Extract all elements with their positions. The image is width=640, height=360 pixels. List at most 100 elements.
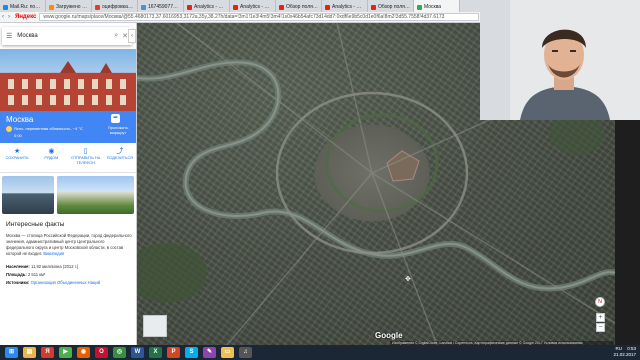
layers-thumbnail[interactable] [143,315,167,337]
place-photo[interactable] [0,49,136,111]
wikipedia-link[interactable]: Википедия [43,251,64,256]
population-value: 11,92 миллиона (2012 г.) [30,264,79,269]
paint-icon[interactable]: ✎ [203,347,216,358]
browser-tab[interactable]: оцифровка видео... [92,0,138,12]
folder-icon[interactable]: ▭ [221,347,234,358]
local-time: 0:00 [14,133,22,138]
tab-favicon-icon [187,4,192,10]
media-icon[interactable]: ▶ [59,347,72,358]
area-value: 2 511 км² [27,272,46,277]
zoom-out-button[interactable]: − [596,323,605,332]
player-icon[interactable]: ♫ [239,347,252,358]
browser-tab[interactable]: Analytics - YouTube [184,0,230,12]
tab-label: Analytics - YouTube [194,4,226,10]
weather-icon [6,126,12,132]
action-label: СОХРАНИТЬ [5,156,29,160]
back-icon[interactable]: ‹ [2,14,4,20]
firefox-icon[interactable]: ◉ [77,347,90,358]
action-button[interactable]: ◉ РЯДОМ [36,147,66,161]
tab-favicon-icon [233,4,238,10]
compass-control[interactable]: N [595,297,605,307]
search-icon[interactable]: ⌕ [114,32,118,40]
area-row: Площадь: 2 511 км² [6,272,45,277]
facts-body: Москва — столица Российской Федерации, г… [6,233,132,256]
tab-label: 1674590775028.jpg ... [148,4,180,10]
explorer-icon[interactable]: ▤ [23,347,36,358]
opera-icon[interactable]: O [95,347,108,358]
tab-favicon-icon [49,4,54,10]
search-box[interactable]: ☰ Москва ⌕ ✕ [2,27,132,45]
directions-icon[interactable]: ➦ [111,114,120,123]
word-icon[interactable]: W [131,347,144,358]
skype-icon[interactable]: S [185,347,198,358]
tab-label: Mail.Ru: почта, по... [10,4,42,10]
clock[interactable]: RU 0:53 21.02.2017 [613,346,636,358]
place-header: Москва Ясно, переменная облачность, −4 °… [0,111,136,143]
browser-brand: Яндекс [15,14,37,20]
photo-strip[interactable] [2,176,134,214]
tab-favicon-icon [141,4,146,10]
tab-favicon-icon [3,4,8,10]
phone-icon: ▯ [83,148,88,155]
action-button[interactable]: ⤴ ПОДЕЛИТЬСЯ [105,147,135,161]
tab-label: Обзор поля2мне... [286,4,318,10]
action-row: ★ СОХРАНИТЬ ◉ РЯДОМ ▯ ОТПРАВИТЬ НА ТЕЛЕФОН ⤴ ПО… [0,143,136,173]
tab-label: оцифровка видео... [102,4,134,10]
zoom-in-button[interactable]: + [596,313,605,322]
share-icon: ⤴ [116,148,124,155]
google-logo: Google [375,331,403,340]
tab-favicon-icon [279,4,284,10]
tab-label: Analytics - YouTube [332,4,364,10]
powerpoint-icon[interactable]: P [167,347,180,358]
cursor-icon: ✥ [405,276,411,283]
browser-tab[interactable]: Обзор поля2мне... [276,0,322,12]
tray-lang[interactable]: RU [615,346,622,351]
facts-text: Москва — столица Российской Федерации, г… [6,233,132,257]
tab-favicon-icon [417,4,422,10]
weather-text: Ясно, переменная облачность, −4 °C [14,126,83,131]
population-row: Население: 11,92 миллиона (2012 г.) [6,264,78,269]
sources-link[interactable]: Организация Объединенных Наций [31,280,101,285]
tab-label: Москва [424,4,442,10]
browser-tab[interactable]: Analytics - YouTube [322,0,368,12]
start-icon[interactable]: ⊞ [5,347,18,358]
nearby-icon: ◉ [48,148,55,155]
photo-skyline[interactable] [2,176,54,214]
browser-tab[interactable]: Загружено 1 из 1 ... [46,0,92,12]
chrome-icon[interactable]: ◎ [113,347,126,358]
browser-tab[interactable]: Обзор поля2мне... [368,0,414,12]
boulevard-ring [325,113,439,213]
browser-tab[interactable]: Analytics - YouTube [230,0,276,12]
browser-tab[interactable]: 1674590775028.jpg ... [138,0,184,12]
place-panel: ☰ Москва ⌕ ✕ ‹ Москва Ясно, переменная о… [0,23,137,345]
area-label: Площадь: [6,272,27,277]
collapse-panel-button[interactable]: ‹ [128,29,136,43]
tab-favicon-icon [325,4,330,10]
browser-icon[interactable]: Я [41,347,54,358]
tab-label: Analytics - YouTube [240,4,272,10]
webcam-overlay [480,0,640,120]
facts-title: Интересные факты [6,221,65,228]
population-label: Население: [6,264,30,269]
clock-time: 0:53 [627,346,636,351]
url-field[interactable]: www.google.ru/maps/place/Москва/@55.4680… [39,13,480,21]
search-input[interactable]: Москва [17,33,114,39]
action-label: ОТПРАВИТЬ НА ТЕЛЕФОН [71,156,101,165]
taskbar: ⊞ ▤ Я ▶ ◉ O ◎ W X P S ✎ ▭ ♫ RU 0:53 21.0… [0,345,640,360]
clock-date: 21.02.2017 [613,352,636,357]
forward-icon[interactable]: › [8,14,10,20]
browser-tabbar: Mail.Ru: почта, по... Загружено 1 из 1 ..… [0,0,480,12]
action-label: РЯДОМ [44,156,59,160]
browser-tab[interactable]: Москва [414,0,460,12]
park [137,243,207,303]
action-button[interactable]: ▯ ОТПРАВИТЬ НА ТЕЛЕФОН [71,147,101,165]
action-button[interactable]: ★ СОХРАНИТЬ [2,147,32,161]
browser-tab[interactable]: Mail.Ru: почта, по... [0,0,46,12]
tab-label: Обзор поля2мне... [378,4,410,10]
tab-favicon-icon [95,4,100,10]
directions-button[interactable]: Проложить маршрут [100,125,136,135]
menu-icon[interactable]: ☰ [6,32,12,40]
photo-palace[interactable] [57,176,134,214]
excel-icon[interactable]: X [149,347,162,358]
webcam-person [480,0,640,120]
